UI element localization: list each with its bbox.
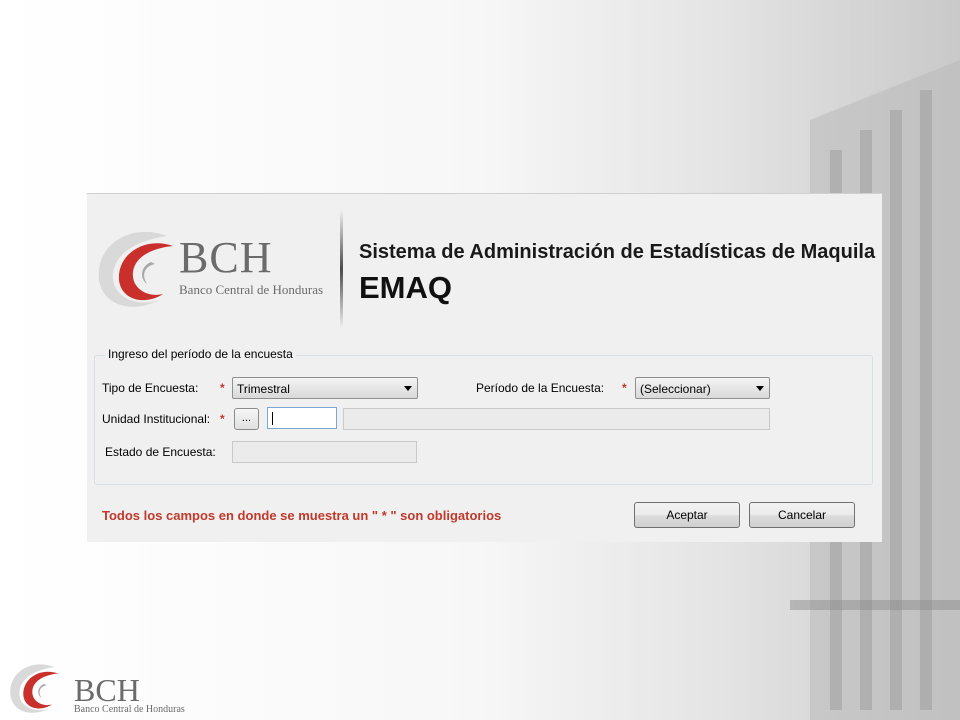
text-caret — [272, 412, 273, 425]
app-code: EMAQ — [359, 270, 452, 305]
periodo-encuesta-label: Período de la Encuesta: — [476, 381, 605, 395]
swirl-logo-icon — [10, 664, 59, 713]
periodo-encuesta-value: (Seleccionar) — [640, 382, 711, 396]
required-fields-note: Todos los campos en donde se muestra un … — [102, 508, 502, 523]
chevron-down-icon — [404, 386, 412, 391]
app-header: BCH Banco Central de Honduras Sistema de… — [87, 194, 882, 334]
unidad-institucional-label: Unidad Institucional: — [102, 412, 211, 426]
tipo-encuesta-select[interactable]: Trimestral — [232, 377, 418, 399]
app-title: Sistema de Administración de Estadística… — [359, 241, 876, 263]
unidad-code-input[interactable] — [267, 407, 337, 429]
required-asterisk: * — [220, 412, 225, 426]
estado-encuesta-display — [232, 441, 417, 463]
aceptar-button[interactable]: Aceptar — [634, 502, 740, 528]
footer-logo-subtitle: Banco Central de Honduras — [74, 704, 185, 715]
unidad-name-display — [343, 408, 770, 430]
emaq-window: BCH Banco Central de Honduras Sistema de… — [87, 193, 882, 542]
cancelar-button[interactable]: Cancelar — [749, 502, 855, 528]
chevron-down-icon — [756, 386, 764, 391]
browse-unidad-button[interactable]: ... — [234, 408, 259, 430]
header-divider — [340, 210, 343, 328]
required-asterisk: * — [622, 381, 627, 395]
groupbox-title: Ingreso del período de la encuesta — [105, 347, 296, 361]
logo-subtitle: Banco Central de Honduras — [179, 282, 324, 297]
tipo-encuesta-value: Trimestral — [237, 382, 290, 396]
bch-footer-logo: BCH Banco Central de Honduras — [0, 658, 220, 720]
bch-logo: BCH Banco Central de Honduras — [89, 222, 339, 318]
swirl-logo-icon — [98, 231, 173, 307]
required-asterisk: * — [220, 381, 225, 395]
estado-encuesta-label: Estado de Encuesta: — [105, 445, 216, 459]
logo-letters: BCH — [179, 233, 273, 282]
survey-period-groupbox: Ingreso del período de la encuesta Tipo … — [94, 347, 873, 485]
periodo-encuesta-select[interactable]: (Seleccionar) — [635, 377, 770, 399]
tipo-encuesta-label: Tipo de Encuesta: — [102, 381, 199, 395]
